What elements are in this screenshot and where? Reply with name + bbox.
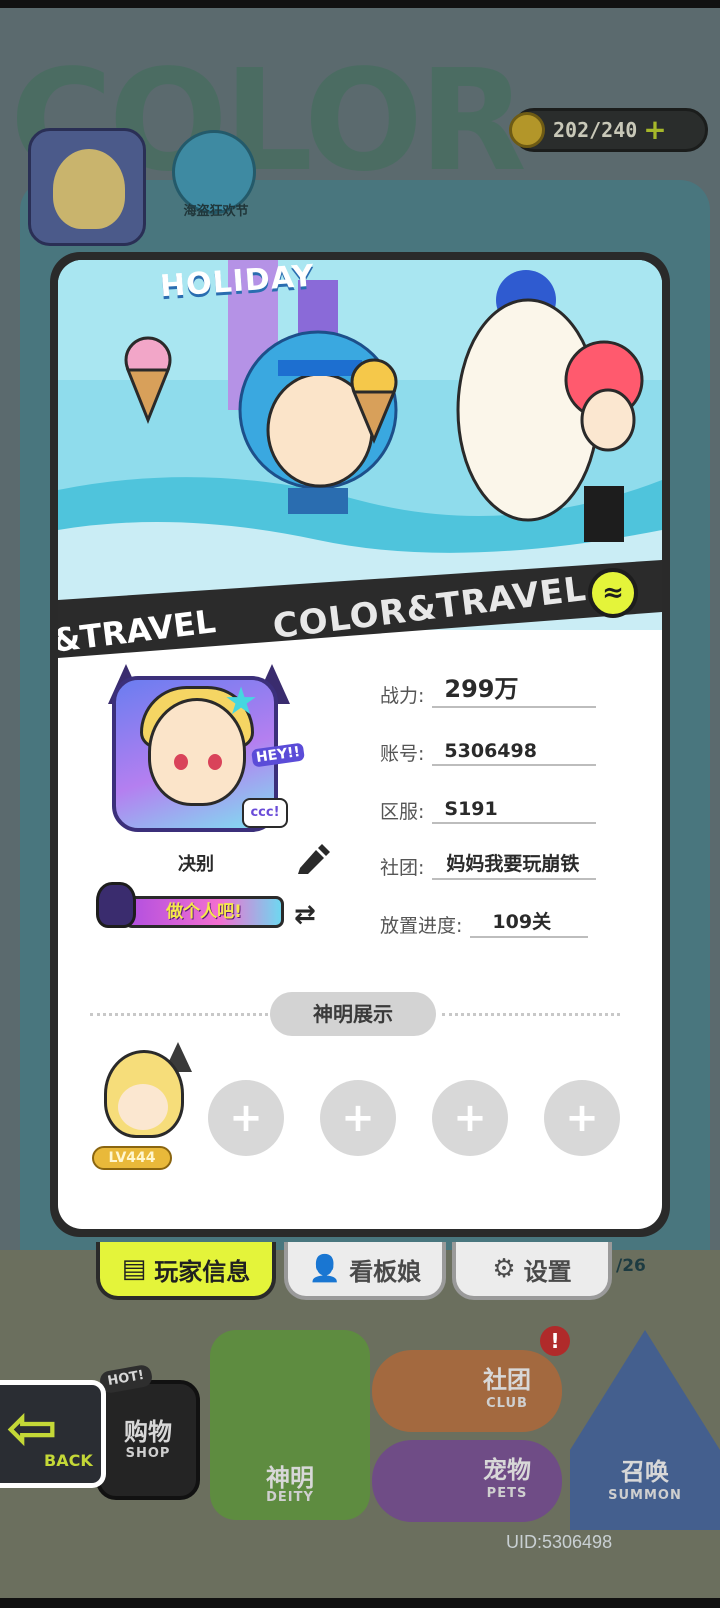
- power-value: 299万: [432, 669, 597, 708]
- player-info-card: HOLIDAY &TRAVEL COLOR&TRAVEL ≈ ★ HEY!! c…: [50, 252, 670, 1237]
- shop-button[interactable]: 购物 SHOP: [96, 1380, 200, 1500]
- power-row: 战力: 299万: [380, 674, 597, 708]
- tab-settings-label: 设置: [523, 1257, 572, 1286]
- uid-text: UID:5306498: [506, 1532, 613, 1552]
- avatar[interactable]: ★ HEY!! ccc!: [104, 662, 306, 838]
- player-name: 决别: [178, 854, 214, 875]
- power-label: 战力:: [380, 685, 425, 707]
- swap-title-icon[interactable]: ⇄: [294, 902, 316, 928]
- add-deity-slot-1[interactable]: +: [208, 1080, 284, 1156]
- deity-button[interactable]: 神明 DEITY: [210, 1330, 370, 1520]
- club-label: 社团: [483, 1366, 531, 1394]
- add-deity-slot-4[interactable]: +: [544, 1080, 620, 1156]
- deity-level-badge: LV444: [92, 1146, 172, 1170]
- edit-name-icon[interactable]: [294, 844, 330, 876]
- club-sub-label: CLUB: [486, 1396, 528, 1411]
- account-row: 账号: 5306498: [380, 732, 597, 766]
- tab-settings[interactable]: ⚙ 设置: [452, 1242, 612, 1300]
- stamina-counter[interactable]: 202/240 +: [509, 108, 708, 152]
- event-label: 海盗狂欢节: [183, 204, 249, 219]
- tab-player-info[interactable]: ▤ 玩家信息: [96, 1242, 276, 1300]
- status-bar: [0, 0, 720, 8]
- pets-label: 宠物: [483, 1456, 531, 1484]
- divider: [90, 1013, 268, 1016]
- card-content: HOLIDAY &TRAVEL COLOR&TRAVEL ≈ ★ HEY!! c…: [58, 260, 662, 1229]
- server-value: S191: [432, 798, 597, 824]
- deity-showcase-header: 神明展示: [270, 992, 436, 1036]
- star-icon: ★: [224, 679, 259, 723]
- stamina-value: 202/240: [553, 118, 638, 142]
- server-label: 区服:: [380, 801, 425, 823]
- back-label: BACK: [44, 1451, 93, 1470]
- nav-bar: [0, 1598, 720, 1608]
- stamina-coin-icon: [509, 112, 545, 148]
- deity-face: [118, 1084, 168, 1130]
- server-row: 区服: S191: [380, 790, 597, 824]
- club-button[interactable]: 社团 CLUB: [372, 1350, 562, 1432]
- divider: [442, 1013, 620, 1016]
- back-button[interactable]: ⇦ BACK: [0, 1380, 106, 1488]
- account-label: 账号:: [380, 743, 425, 765]
- user-swap-icon: 👤: [308, 1254, 342, 1284]
- tab-mascot-label: 看板娘: [349, 1257, 422, 1286]
- club-value[interactable]: 妈妈我要玩崩铁: [432, 849, 597, 880]
- add-deity-slot-3[interactable]: +: [432, 1080, 508, 1156]
- summon-label: 召唤: [621, 1458, 669, 1486]
- avatar-eye: [174, 754, 188, 770]
- title-badge[interactable]: 做个人吧!: [96, 880, 286, 936]
- progress-value: 109关: [470, 907, 589, 938]
- deity-slot-filled[interactable]: LV444: [90, 1042, 202, 1176]
- avatar-face: [53, 149, 125, 229]
- back-arrow-icon: ⇦: [6, 1391, 58, 1464]
- gear-icon: ⚙: [492, 1254, 516, 1284]
- club-label: 社团:: [380, 857, 425, 879]
- add-stamina-icon[interactable]: +: [643, 116, 666, 144]
- progress-label: 放置进度:: [380, 915, 463, 937]
- deity-label: 神明: [266, 1464, 314, 1492]
- avatar-tag: ccc!: [242, 798, 288, 828]
- tab-mascot[interactable]: 👤 看板娘: [284, 1242, 446, 1300]
- add-deity-slot-2[interactable]: +: [320, 1080, 396, 1156]
- avatar-eye: [208, 754, 222, 770]
- summon-sub-label: SUMMON: [608, 1488, 682, 1503]
- club-alert-badge: !: [540, 1326, 570, 1356]
- swap-logo-icon: ≈: [588, 568, 638, 618]
- club-row: 社团: 妈妈我要玩崩铁: [380, 846, 597, 880]
- deity-sub-label: DEITY: [266, 1490, 314, 1505]
- title-badge-label: 做个人吧!: [124, 896, 284, 928]
- id-card-icon: ▤: [121, 1254, 147, 1284]
- shop-label: 购物: [124, 1418, 172, 1446]
- pets-sub-label: PETS: [486, 1486, 528, 1501]
- pets-button[interactable]: 宠物 PETS: [372, 1440, 562, 1522]
- page-count: /26: [616, 1256, 646, 1276]
- progress-row: 放置进度: 109关: [380, 904, 589, 938]
- cat-icon: [96, 882, 136, 928]
- shop-sub-label: SHOP: [125, 1446, 171, 1461]
- hud-player-avatar[interactable]: [28, 128, 146, 246]
- tab-player-info-label: 玩家信息: [154, 1257, 251, 1286]
- account-value[interactable]: 5306498: [432, 740, 597, 766]
